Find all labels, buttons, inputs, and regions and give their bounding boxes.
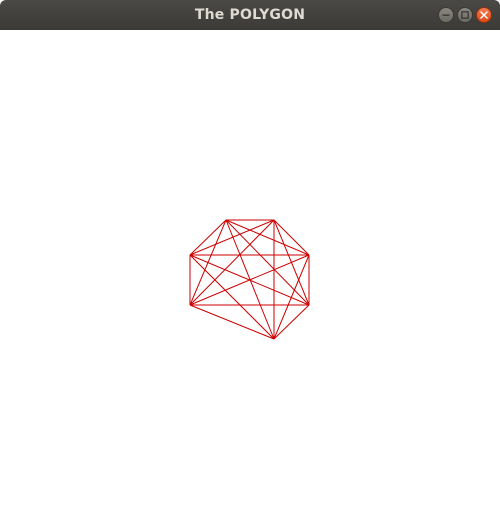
maximize-icon [461, 11, 469, 19]
polygon-diagonal-9 [189, 219, 275, 306]
polygon-edge-15 [273, 304, 310, 340]
minimize-icon [442, 14, 450, 16]
polygon-edge-18 [189, 304, 275, 340]
minimize-button[interactable] [438, 7, 454, 23]
close-button[interactable] [476, 7, 492, 23]
maximize-button[interactable] [457, 7, 473, 23]
window-title: The POLYGON [194, 7, 306, 23]
polygon-diagonal-2 [225, 219, 310, 306]
drawing-canvas [0, 30, 500, 530]
app-window: The POLYGON [0, 0, 500, 530]
title-bar[interactable]: The POLYGON [0, 0, 500, 30]
polygon-edge-6 [273, 219, 310, 256]
polygon-edge-5 [189, 219, 227, 256]
polygon-diagonal-10 [189, 219, 275, 256]
polygon-drawing [189, 219, 310, 340]
polygon-diagonal-19 [189, 254, 275, 340]
close-icon [480, 11, 488, 19]
window-controls [438, 7, 492, 23]
